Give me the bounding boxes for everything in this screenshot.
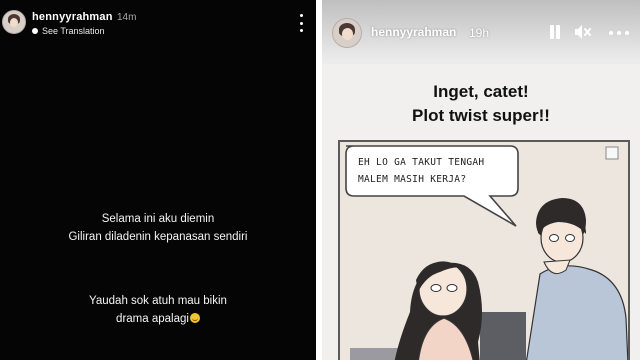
more-options-icon[interactable]	[296, 14, 306, 32]
bubble-line-2: MALEM MASIH KERJA?	[358, 174, 467, 185]
caption-block-1: Selama ini aku diemin Giliran diladenin …	[0, 210, 316, 246]
globe-icon	[32, 28, 38, 34]
timestamp: 14m	[117, 12, 137, 23]
bubble-line-1: EH LO GA TAKUT TENGAH	[358, 157, 485, 168]
mute-icon[interactable]	[574, 24, 592, 40]
avatar[interactable]	[2, 10, 26, 34]
caption-line: Yaudah sok atuh mau bikin	[89, 295, 227, 307]
see-translation-link[interactable]: See Translation	[32, 26, 105, 36]
caption-line-with-emoji: drama apalagi	[0, 310, 316, 328]
grinning-face-emoji-icon	[189, 313, 200, 323]
headline-line-1: Inget, catet!	[433, 82, 529, 101]
caption-block-2: Yaudah sok atuh mau bikin drama apalagi	[0, 292, 316, 328]
username[interactable]: hennyyrahman	[371, 25, 456, 39]
see-translation-label: See Translation	[42, 26, 105, 36]
caption-line: Selama ini aku diemin	[101, 213, 215, 225]
comic-image: EH LO GA TAKUT TENGAH MALEM MASIH KERJA?	[338, 140, 630, 360]
more-icon[interactable]	[609, 31, 629, 35]
speech-bubble-text: EH LO GA TAKUT TENGAH MALEM MASIH KERJA?	[358, 154, 508, 188]
username[interactable]: hennyyrahman	[32, 11, 113, 23]
headline-line-2: Plot twist super!!	[412, 106, 550, 125]
caption-line: Giliran diladenin kepanasan sendiri	[68, 231, 248, 243]
right-story-panel: hennyyrahman 19h Inget, catet! Plot twis…	[320, 0, 640, 360]
timestamp: 19h	[469, 26, 490, 40]
caption-text: drama apalagi	[116, 313, 189, 325]
left-story-panel: hennyyrahman 14m See Translation Selama …	[0, 0, 316, 360]
pause-icon[interactable]	[548, 25, 562, 39]
left-story-header: hennyyrahman 14m See Translation	[0, 0, 316, 48]
avatar[interactable]	[332, 18, 362, 48]
